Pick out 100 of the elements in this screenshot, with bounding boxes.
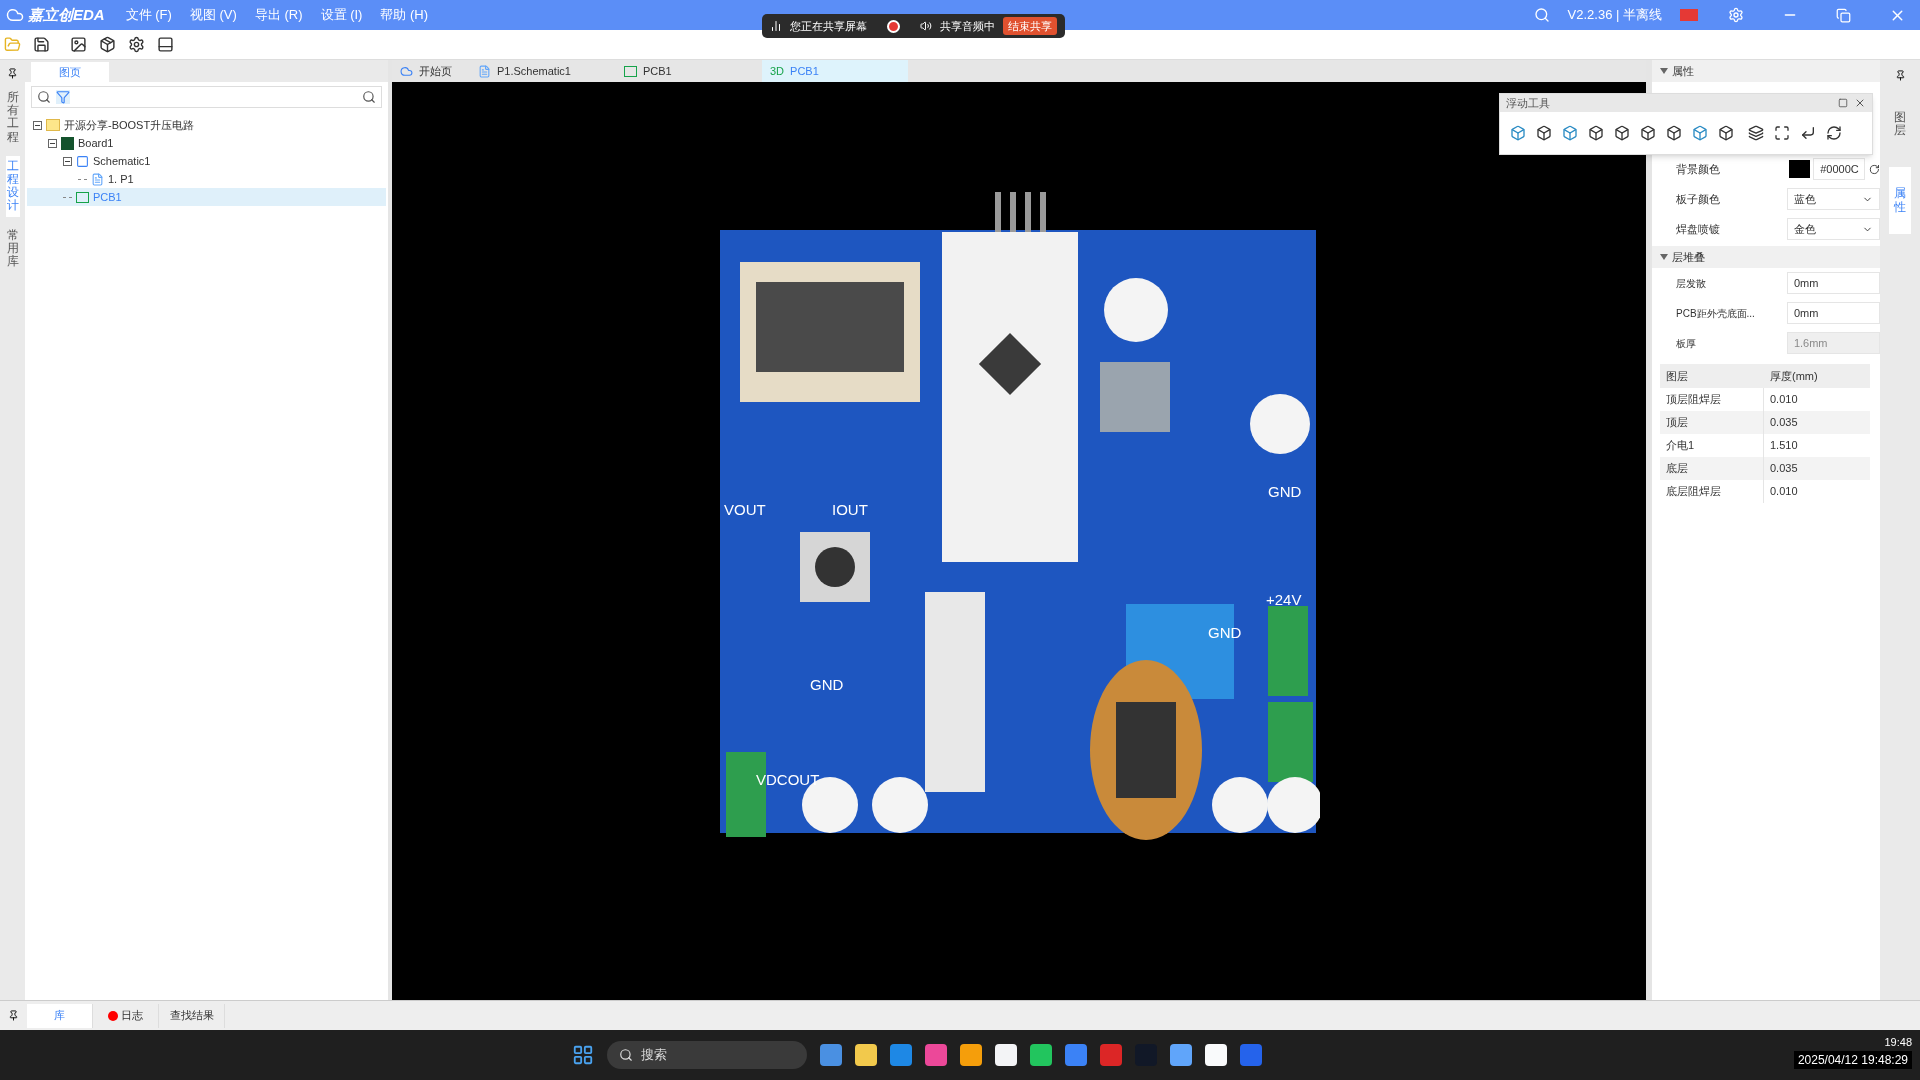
fit-view-icon[interactable] — [1774, 125, 1790, 141]
cube-view-icon[interactable] — [1718, 125, 1734, 141]
property-label: PCB距外壳底面... — [1676, 306, 1756, 321]
cube-view-icon[interactable] — [1588, 125, 1604, 141]
tree-item[interactable]: 1. P1 — [27, 170, 386, 188]
close-icon[interactable] — [1854, 97, 1866, 109]
folder-icon — [46, 119, 60, 131]
bottom-tab[interactable]: 查找结果 — [159, 1003, 225, 1028]
pin-icon[interactable] — [1894, 70, 1906, 81]
save-icon[interactable] — [33, 36, 50, 53]
maximize-icon[interactable] — [1838, 98, 1848, 108]
return-icon[interactable] — [1800, 125, 1816, 141]
panel-icon[interactable] — [157, 36, 174, 53]
cube-view-icon[interactable] — [1614, 125, 1630, 141]
app-icon[interactable] — [995, 1044, 1017, 1066]
cloud-icon — [400, 64, 413, 78]
restore-icon[interactable] — [1836, 7, 1851, 23]
app-icon[interactable] — [1205, 1044, 1227, 1066]
schematic-icon — [76, 154, 89, 168]
stop-sharing-button[interactable]: 结束共享 — [1003, 16, 1057, 36]
property-label: 板子颜色 — [1676, 191, 1721, 207]
table-cell-text: 0.035 — [1769, 415, 1798, 431]
collapse-toggle[interactable] — [63, 156, 72, 166]
search-field[interactable] — [31, 86, 382, 108]
app-icon[interactable] — [925, 1044, 947, 1066]
pcb-icon — [624, 65, 637, 77]
property-label: 焊盘喷镀 — [1676, 221, 1721, 237]
windows-start-icon[interactable] — [572, 1044, 594, 1066]
collapse-toggle[interactable] — [33, 120, 42, 130]
app-icon[interactable] — [855, 1044, 877, 1066]
cube-view-icon[interactable] — [1536, 125, 1552, 141]
pin-icon[interactable] — [8, 1010, 19, 1021]
property-label: 背景颜色 — [1676, 161, 1721, 177]
silkscreen-label: IOUT — [832, 502, 868, 518]
app-icon[interactable] — [820, 1044, 842, 1066]
app-icon[interactable] — [1100, 1044, 1122, 1066]
bottom-tab[interactable]: 日志 — [93, 1003, 159, 1028]
cube-view-icon[interactable] — [1640, 125, 1656, 141]
table-cell-text: 1.510 — [1769, 438, 1798, 454]
image-icon[interactable] — [70, 36, 87, 53]
settings-icon[interactable] — [128, 36, 145, 53]
app-logo: 嘉立创EDA — [28, 4, 105, 25]
app-icon[interactable] — [1065, 1044, 1087, 1066]
input-field[interactable]: 0mm — [1786, 302, 1880, 324]
silkscreen-label: GND — [810, 677, 844, 693]
property-label: 板厚 — [1676, 336, 1697, 351]
package-icon[interactable] — [99, 36, 116, 53]
section-header[interactable]: 层堆叠 — [1652, 246, 1880, 268]
silkscreen-label: +24V — [1266, 592, 1302, 608]
select-field[interactable]: 金色 — [1786, 218, 1880, 240]
silkscreen-label: GND — [1208, 625, 1242, 641]
search-icon[interactable] — [1533, 7, 1550, 23]
rotate-icon[interactable] — [1826, 125, 1842, 141]
pcb-icon — [76, 191, 89, 203]
layers-icon[interactable] — [1748, 125, 1764, 141]
pin-icon[interactable] — [7, 68, 18, 79]
app-icon[interactable] — [1170, 1044, 1192, 1066]
filter-icon[interactable] — [56, 90, 70, 104]
app-icon[interactable] — [960, 1044, 982, 1066]
document-tab[interactable]: 开始页 — [392, 60, 470, 82]
caret-icon — [1660, 68, 1668, 74]
app-icon[interactable] — [890, 1044, 912, 1066]
section-header[interactable]: 属性 — [1652, 60, 1880, 82]
input-field[interactable]: 0mm — [1786, 272, 1880, 294]
search-icon[interactable] — [362, 90, 376, 104]
tree-item[interactable]: Schematic1 — [27, 152, 386, 170]
bottom-tab[interactable]: 库 — [27, 1003, 93, 1028]
table-cell: 底层阻焊层 — [1660, 480, 1764, 503]
collapse-toggle[interactable] — [48, 138, 57, 148]
property-label: 层发散 — [1676, 276, 1707, 291]
side-tab[interactable]: 工程设计 — [5, 155, 20, 217]
select-field[interactable]: 蓝色 — [1786, 188, 1880, 210]
app-icon[interactable] — [1030, 1044, 1052, 1066]
table-cell-text: 0.010 — [1769, 392, 1798, 408]
cube-view-icon[interactable] — [1666, 125, 1682, 141]
silkscreen-label: GND — [1268, 484, 1302, 500]
clock-datetime: 2025/04/12 19:48:29 — [1793, 1050, 1912, 1069]
document-tab[interactable]: PCB1 — [616, 60, 762, 82]
table-cell-text: 0.035 — [1769, 461, 1798, 477]
speaker-icon — [920, 20, 932, 32]
side-tab[interactable]: 属性 — [1889, 167, 1911, 234]
caret-icon — [1660, 254, 1668, 260]
color-swatch[interactable] — [1789, 160, 1811, 178]
reset-icon[interactable] — [1869, 163, 1880, 175]
tree-item[interactable]: Board1 — [27, 134, 386, 152]
search-icon — [619, 1048, 633, 1062]
color-field[interactable]: #0000C — [1813, 158, 1866, 180]
column-header: 图层 — [1665, 368, 1689, 384]
signal-icon — [770, 20, 782, 32]
page-icon — [478, 64, 491, 78]
document-tab[interactable]: P1.Schematic1 — [470, 60, 616, 82]
page-icon — [91, 172, 104, 186]
side-tab[interactable]: 图层 — [1889, 91, 1911, 158]
side-tab[interactable]: 常用库 — [5, 224, 20, 273]
silkscreen-label: VOUT — [724, 502, 766, 518]
tree-item[interactable]: 开源分享-BOOST升压电路 — [27, 116, 386, 134]
panel-tab[interactable]: 图页 — [31, 62, 109, 82]
side-tab[interactable]: 所有工程 — [5, 87, 20, 148]
taskbar-search-field[interactable]: 搜索 — [607, 1041, 807, 1069]
window-title: 浮动工具 — [1506, 95, 1550, 111]
